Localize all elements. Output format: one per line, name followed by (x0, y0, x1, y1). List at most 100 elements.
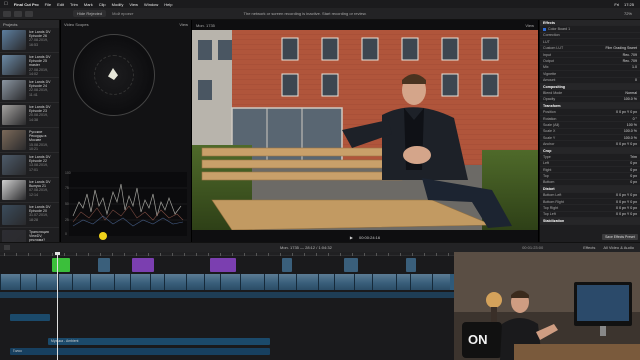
wave-label-25: 25 (65, 218, 69, 222)
storyline-clip[interactable] (0, 274, 20, 290)
viewer-frame-image[interactable] (192, 30, 538, 230)
storyline-clip[interactable] (318, 274, 334, 290)
browser-clip[interactable]: Ice Lands DV Выпуск 21 07.08.2019, 12:14 (0, 178, 59, 203)
parameter-value[interactable]: 100.0 % (624, 129, 637, 133)
parameter-value[interactable]: 100.0 % (624, 97, 637, 101)
timeline-index-button[interactable] (4, 245, 10, 250)
parameter-value[interactable]: Film Grading Sweet (605, 46, 637, 50)
effects-category[interactable]: All Video & Audio (603, 245, 634, 250)
storyline-clip[interactable] (114, 274, 130, 290)
storyline-clip[interactable] (58, 274, 72, 290)
storyline-clip[interactable] (90, 274, 114, 290)
play-button[interactable]: ▶ (350, 235, 353, 240)
connected-clip-generator[interactable] (210, 258, 236, 272)
ruler-tick (4, 253, 5, 256)
menu-help[interactable]: Help (164, 2, 172, 7)
keyword-button[interactable] (14, 10, 22, 17)
storyline-clip[interactable] (396, 274, 410, 290)
menu-file[interactable]: File (45, 2, 51, 7)
browser-clip[interactable]: Ice Lands DV Episode 20 31.07.2019, 18:28 (0, 203, 59, 228)
audio-track[interactable] (0, 292, 454, 298)
storyline-clip[interactable] (164, 274, 186, 290)
connected-clip-title[interactable] (52, 258, 70, 272)
playhead[interactable] (57, 252, 58, 360)
menu-edit[interactable]: Edit (57, 2, 64, 7)
storyline-clip[interactable] (20, 274, 36, 290)
menu-trim[interactable]: Trim (70, 2, 78, 7)
parameter-value[interactable]: Rec. 709 (623, 59, 637, 63)
save-effects-preset-button[interactable]: Save Effects Preset (602, 234, 638, 240)
parameter-value[interactable]: 0 px (630, 168, 637, 172)
connected-clip[interactable] (406, 258, 416, 272)
parameter-value[interactable]: 0 px (630, 180, 637, 184)
storyline-clip[interactable] (186, 274, 204, 290)
enable-checkbox[interactable] (543, 27, 546, 31)
audio-clip[interactable] (10, 314, 50, 321)
scopes-view-menu[interactable]: View (179, 22, 188, 27)
parameter-value[interactable]: X 0 px Y 0 px (616, 193, 637, 197)
connected-clip[interactable] (344, 258, 358, 272)
import-media-button[interactable] (3, 10, 11, 17)
menu-mark[interactable]: Mark (84, 2, 93, 7)
parameter-value[interactable]: Rec. 709 (623, 53, 637, 57)
storyline-clip[interactable] (278, 274, 296, 290)
parameter-value[interactable]: 0 px (630, 174, 637, 178)
timeline-ruler[interactable] (0, 252, 454, 256)
parameter-value[interactable]: 0 px (630, 161, 637, 165)
connected-clip-generator[interactable] (132, 258, 154, 272)
parameter-value[interactable]: Normal (625, 91, 637, 95)
parameter-value[interactable]: 1.0 (632, 65, 637, 69)
parameter-value[interactable]: 100 % (627, 123, 637, 127)
parameter-value[interactable]: Trim (630, 155, 637, 159)
storyline-clip[interactable] (150, 274, 164, 290)
storyline-clip[interactable] (372, 274, 396, 290)
storyline-clip[interactable] (264, 274, 278, 290)
menu-view[interactable]: View (129, 2, 138, 7)
viewer-panel: Mon. 1735 View ▶ 00:00:24:16 (192, 20, 538, 242)
browser-clip[interactable]: Ice Lands DV Episode 26 27.08.2019, 16:53 (0, 28, 59, 53)
parameter-value[interactable]: X 0 px Y 0 px (616, 200, 637, 204)
menu-modify[interactable]: Modify (112, 2, 124, 7)
storyline-clip[interactable] (296, 274, 318, 290)
apple-menu-icon[interactable]:  (4, 1, 8, 7)
storyline-clip[interactable] (334, 274, 354, 290)
menu-clip[interactable]: Clip (99, 2, 106, 7)
storyline-clip[interactable] (204, 274, 220, 290)
browser-clip[interactable]: Русские Рекорды в Москве 15.08.2019, 10:21 (0, 128, 59, 153)
parameter-value[interactable]: X 0 px Y 0 px (616, 212, 637, 216)
ruler-tick (388, 253, 389, 256)
viewer-zoom[interactable]: 72% (624, 11, 632, 16)
viewer-view-menu[interactable]: View (525, 23, 534, 28)
storyline-clip[interactable] (432, 274, 450, 290)
browser-clip[interactable]: Ice Lands DV Episode 23 20.08.2019, 14:38 (0, 103, 59, 128)
storyline-clip[interactable] (72, 274, 90, 290)
storyline-clip[interactable] (240, 274, 264, 290)
effects-browser-button[interactable]: Effects (583, 245, 595, 250)
clip-filter-dropdown[interactable]: Hide Rejected (73, 10, 107, 17)
inspector-section-header[interactable]: Stabilization (540, 218, 640, 225)
ruler-tick (328, 253, 329, 256)
connected-clip[interactable] (282, 258, 292, 272)
parameter-value[interactable]: X 0 px Y 0 px (616, 206, 637, 210)
parameter-value[interactable]: X 0 px Y 0 px (616, 110, 637, 114)
menu-app-name[interactable]: Final Cut Pro (14, 2, 39, 7)
parameter-value[interactable]: X 0 px Y 0 px (616, 142, 637, 146)
storyline-clip[interactable] (36, 274, 58, 290)
parameter-value[interactable]: 100.0 % (624, 136, 637, 140)
connected-clip[interactable] (98, 258, 110, 272)
parameter-value[interactable]: 0 (635, 78, 637, 82)
primary-storyline[interactable] (0, 274, 454, 290)
storyline-clip[interactable] (354, 274, 372, 290)
storyline-clip[interactable] (410, 274, 432, 290)
timeline[interactable]: Музыка - Ambient Голос (0, 252, 454, 360)
storyline-clip[interactable] (220, 274, 240, 290)
browser-clip[interactable]: Ice Lands DV Episode 22 13.08.2019, 17:01 (0, 153, 59, 178)
background-tasks-button[interactable] (25, 10, 33, 17)
audio-clip-music[interactable]: Музыка - Ambient (48, 338, 270, 345)
browser-clip[interactable]: Ice Lands DV Episode 25 master 27.08.2019,… (0, 53, 59, 78)
storyline-clip[interactable] (130, 274, 150, 290)
audio-clip-voice[interactable]: Голос (10, 348, 270, 355)
browser-clip[interactable]: Ice Lands DV Episode 24 22.08.2019, 11:41 (0, 78, 59, 103)
parameter-value[interactable]: 0 ° (633, 117, 637, 121)
menu-window[interactable]: Window (144, 2, 158, 7)
